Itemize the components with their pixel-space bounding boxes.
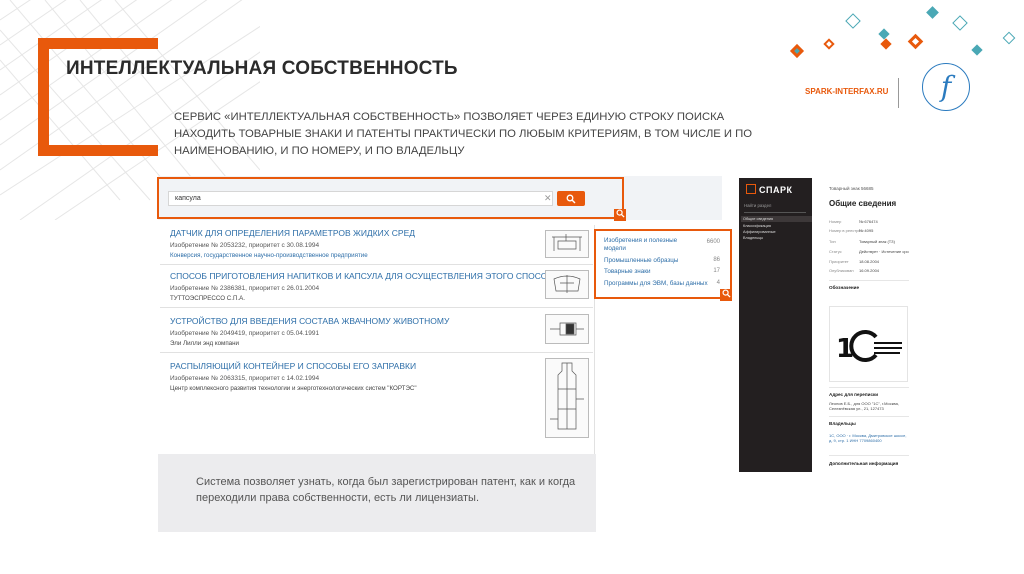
field-row: 16.09.2004 Опубликован — [829, 268, 909, 273]
result-title[interactable]: Устройство для введения состава жвачному… — [170, 316, 590, 326]
result-title[interactable]: Распыляющий контейнер и способы его запр… — [170, 361, 590, 371]
field-key: Статус — [829, 249, 842, 254]
spark-section-search[interactable]: Найти раздел — [744, 203, 806, 213]
result-divider — [160, 307, 593, 308]
divider — [829, 280, 909, 281]
field-value: Действует · Истечение срока 18.09.2028 — [859, 249, 909, 254]
divider — [829, 416, 909, 417]
field-value: 16.09.2004 — [859, 268, 880, 273]
owner-link[interactable]: 1С, ООО · г. Москва, Дмитровское шоссе, … — [829, 433, 909, 443]
search-icon — [721, 289, 731, 298]
patent-drawing-thumbnail[interactable] — [545, 230, 589, 258]
field-key: Опубликован — [829, 268, 854, 273]
document-type: Товарный знак 56685 — [829, 186, 874, 191]
result-owner[interactable]: Эли Лилли энд компани — [170, 340, 590, 347]
filter-count: 4 — [716, 280, 720, 286]
filter-trademarks[interactable]: Товарные знаки — [604, 268, 651, 275]
field-row: 18.08.2004 Приоритет — [829, 259, 909, 264]
filter-industrial-designs[interactable]: Промышленные образцы — [604, 257, 678, 264]
image-section-title: Обозначение — [829, 285, 860, 290]
magnifier-badge-icon — [614, 209, 626, 221]
field-row: № 676474 Номер — [829, 219, 909, 224]
field-value: Товарный знак (ТЗ) — [859, 239, 895, 244]
result-meta: Изобретение № 2386381, приоритет с 26.01… — [170, 285, 320, 292]
result-owner[interactable]: ТУТТОЭСПРЕССО С.П.А. — [170, 295, 590, 302]
result-meta: Изобретение № 2049419, приоритет с 05.04… — [170, 330, 320, 337]
address-title: Адрес для переписки — [829, 392, 879, 397]
field-value: № 4095 — [859, 228, 874, 233]
field-key: Приоритет — [829, 259, 849, 264]
patent-drawing-thumbnail[interactable] — [545, 358, 589, 438]
drawing-icon — [553, 275, 581, 293]
filter-panel: Изобретения и полезные модели 6600 Промы… — [594, 229, 732, 299]
decorative-diamonds — [789, 6, 1016, 59]
patent-drawing-thumbnail[interactable] — [545, 270, 589, 299]
trademark-image[interactable]: 1 — [829, 306, 908, 382]
info-text: Система позволяет узнать, когда был заре… — [196, 476, 576, 504]
field-row: Товарный знак (ТЗ) Тип — [829, 239, 909, 244]
drawing-icon — [550, 362, 584, 430]
owners-title: Владельцы — [829, 421, 856, 426]
field-row: Действует · Истечение срока 18.09.2028 Ст… — [829, 249, 909, 254]
search-icon — [615, 209, 625, 218]
spark-logo[interactable]: СПАРК — [746, 184, 792, 195]
filter-inventions[interactable]: Изобретения и полезные модели — [604, 237, 694, 253]
patent-drawing-thumbnail[interactable] — [545, 314, 589, 344]
logo-glyph: f — [940, 70, 952, 103]
field-value: № 676474 — [859, 219, 878, 224]
field-value: 18.08.2004 — [859, 259, 880, 264]
filter-count: 86 — [713, 257, 720, 263]
brand-url[interactable]: SPARK-INTERFAX.RU — [805, 87, 888, 96]
search-highlight-frame — [157, 177, 624, 219]
result-meta: Изобретение № 2063315, приоритет с 14.02… — [170, 375, 320, 382]
drawing-icon — [550, 322, 584, 336]
result-divider — [160, 264, 593, 265]
divider — [829, 455, 909, 456]
result-title[interactable]: Способ приготовления напитков и капсула … — [170, 271, 590, 281]
section-heading: Общие сведения — [829, 199, 897, 208]
magnifier-badge-icon — [720, 289, 732, 301]
spark-check-icon — [746, 184, 756, 194]
result-owner[interactable]: Центр комплексного развития технологии и… — [170, 385, 590, 392]
spark-nav-owners[interactable]: Владельцы — [741, 235, 812, 241]
orange-frame-edge — [38, 38, 49, 156]
spark-logo-text: СПАРК — [759, 185, 793, 195]
extra-info-title[interactable]: Дополнительная информация — [829, 461, 898, 466]
result-item: Распыляющий контейнер и способы его запр… — [170, 361, 590, 392]
filter-count: 17 — [713, 268, 720, 274]
filter-software[interactable]: Программы для ЭВМ, базы данных — [604, 280, 708, 287]
field-key: Номер — [829, 219, 842, 224]
trademark-1c-logo: 1 — [836, 330, 902, 364]
divider — [829, 387, 909, 388]
slide-title: ИНТЕЛЛЕКТУАЛЬНАЯ СОБСТВЕННОСТЬ — [66, 58, 458, 79]
field-key: Тип — [829, 239, 836, 244]
field-key: Номер в реестре — [829, 228, 861, 233]
result-meta: Изобретение № 2053232, приоритет с 30.08… — [170, 242, 320, 249]
address-value: Леонов Е.Б., для ООО "1С", г.Москва, Сел… — [829, 401, 899, 411]
result-item: Способ приготовления напитков и капсула … — [170, 271, 590, 302]
field-row: № 4095 Номер в реестре — [829, 228, 909, 233]
result-title[interactable]: Датчик для определения параметров жидких… — [170, 228, 590, 238]
result-divider — [160, 352, 593, 353]
interfax-logo: f — [922, 63, 970, 111]
result-item: Датчик для определения параметров жидких… — [170, 228, 590, 259]
filter-count: 6600 — [706, 239, 720, 245]
orange-frame-decoration — [38, 38, 158, 156]
result-item: Устройство для введения состава жвачному… — [170, 316, 590, 347]
drawing-icon — [552, 234, 582, 251]
spark-nav-general[interactable]: Общие сведения — [741, 216, 812, 222]
brand-divider — [898, 78, 899, 108]
slide-subtitle: Сервис «Интеллектуальная собственность» … — [174, 111, 753, 157]
result-owner[interactable]: Конверсия, государственное научно-произв… — [170, 252, 590, 259]
